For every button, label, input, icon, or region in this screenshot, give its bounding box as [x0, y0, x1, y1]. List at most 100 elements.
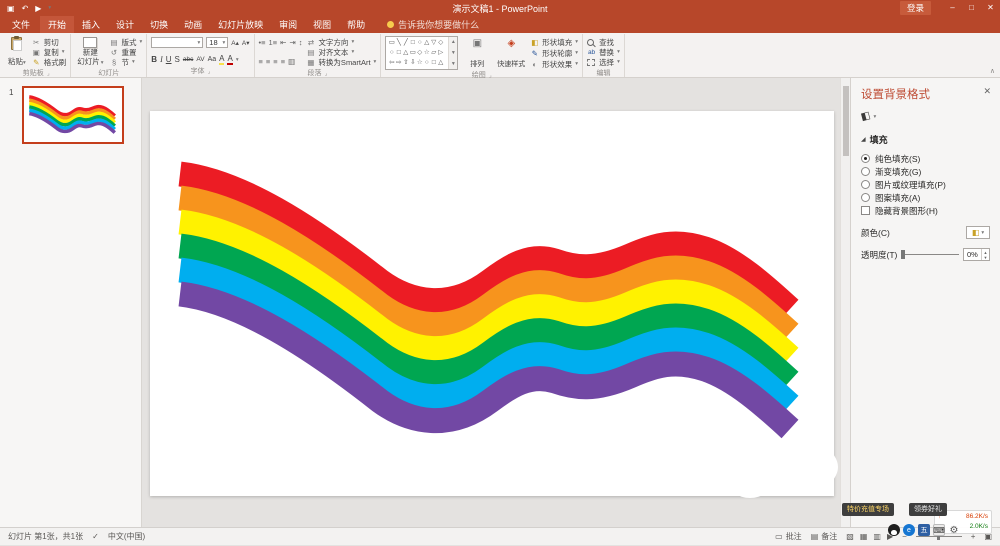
shape-icon[interactable]: ○ [423, 58, 430, 68]
vertical-scrollbar[interactable] [840, 78, 850, 527]
tab-help[interactable]: 帮助 [339, 16, 373, 33]
maximize-button[interactable]: □ [962, 0, 981, 16]
arrange-button[interactable]: ▣ 排列 [462, 36, 492, 70]
minimize-button[interactable]: – [943, 0, 962, 16]
reset-button[interactable]: ↺重置 [110, 47, 143, 57]
shape-icon[interactable]: ⇧ [402, 58, 409, 68]
bold-button[interactable]: B [151, 55, 157, 64]
tab-home[interactable]: 开始 [40, 16, 74, 33]
settings-gear-icon[interactable]: ⚙ [948, 524, 960, 536]
shape-icon[interactable]: ☆ [416, 58, 423, 68]
hide-background-option[interactable]: 隐藏背景图形(H) [861, 204, 990, 217]
decrease-indent-button[interactable]: ⇤ [280, 38, 286, 47]
tell-me-box[interactable]: 告诉我你想要做什么 [387, 16, 479, 33]
shape-icon[interactable]: △ [423, 38, 430, 48]
language-indicator[interactable]: 中文(中国) [108, 531, 145, 542]
slide-thumbnail-selected[interactable] [22, 86, 124, 144]
section-button[interactable]: §节▾ [110, 57, 143, 67]
replace-button[interactable]: ab替换▾ [587, 47, 620, 57]
notes-button[interactable]: ▤备注 [811, 531, 838, 542]
text-shadow-button[interactable]: S [175, 55, 180, 64]
shape-icon[interactable]: △ [402, 48, 409, 58]
solid-fill-option[interactable]: 纯色填充(S) [861, 152, 990, 165]
spellcheck-icon[interactable]: ✓ [92, 532, 99, 541]
pattern-fill-option[interactable]: 图案填充(A) [861, 191, 990, 204]
underline-button[interactable]: U [166, 55, 172, 64]
cloud-callout-shape[interactable] [742, 438, 838, 496]
shape-icon[interactable]: ▽ [430, 38, 437, 48]
paste-button[interactable]: 粘贴▾ [6, 36, 28, 68]
tab-insert[interactable]: 插入 [74, 16, 108, 33]
italic-button[interactable]: I [160, 55, 163, 64]
gradient-fill-option[interactable]: 渐变填充(G) [861, 165, 990, 178]
slide-indicator[interactable]: 幻灯片 第1张，共1张 [8, 531, 83, 542]
scrollbar-thumb[interactable] [843, 86, 849, 156]
shape-icon[interactable]: □ [395, 48, 402, 58]
collapse-ribbon-icon[interactable]: ∧ [990, 67, 995, 75]
align-text-button[interactable]: ▤对齐文本▾ [306, 47, 376, 57]
spinner-arrows[interactable]: ▲▼ [981, 249, 989, 260]
character-spacing-button[interactable]: AV [196, 56, 204, 63]
shape-icon[interactable]: ◇ [437, 38, 444, 48]
align-right-button[interactable]: ≡ [273, 57, 277, 66]
tab-transitions[interactable]: 切换 [142, 16, 176, 33]
dialog-launcher-icon[interactable]: ⌟ [325, 70, 328, 77]
tab-view[interactable]: 视图 [305, 16, 339, 33]
view-reading-icon[interactable]: ▥ [873, 532, 881, 541]
shrink-font-button[interactable]: A▾ [242, 39, 250, 47]
color-dropdown-button[interactable]: ◧ ▾ [966, 226, 990, 239]
convert-smartart-button[interactable]: ▦转换为SmartArt▾ [306, 57, 376, 67]
fill-bucket-icon[interactable]: ◧ [860, 110, 872, 123]
tab-animations[interactable]: 动画 [176, 16, 210, 33]
shape-icon[interactable]: ○ [388, 48, 395, 58]
format-painter-button[interactable]: ✎格式刷 [32, 57, 67, 67]
shape-icon[interactable]: ⇨ [395, 58, 402, 68]
cut-button[interactable]: ✂剪切 [32, 37, 67, 47]
font-color-button[interactable]: A [227, 54, 232, 65]
customize-qat-icon[interactable]: ▾ [48, 5, 51, 11]
comments-button[interactable]: ▭批注 [775, 531, 802, 542]
scroll-down-icon[interactable]: ▼ [451, 50, 456, 56]
shape-icon[interactable]: ▱ [430, 48, 437, 58]
shape-fill-button[interactable]: ◧形状填充▾ [530, 37, 578, 47]
shape-icon[interactable]: ☆ [423, 48, 430, 58]
numbering-button[interactable]: 1≡ [269, 38, 278, 47]
view-normal-icon[interactable]: ▧ [846, 532, 854, 541]
overlay-ad-badge[interactable]: 特价充值专场 [842, 503, 894, 516]
tab-review[interactable]: 审阅 [271, 16, 305, 33]
shape-outline-button[interactable]: ✎形状轮廓▾ [530, 48, 578, 58]
keyboard-icon[interactable]: ⌨ [933, 524, 945, 536]
change-case-button[interactable]: Aa [208, 56, 217, 63]
shape-icon[interactable]: ╲ [395, 38, 402, 48]
dialog-launcher-icon[interactable]: ⌟ [208, 68, 211, 75]
layout-button[interactable]: ▤版式▾ [110, 37, 143, 47]
start-slideshow-icon[interactable]: ▶ [35, 4, 41, 13]
line-spacing-button[interactable]: ↕ [299, 38, 303, 47]
shape-icon[interactable]: ○ [416, 38, 423, 48]
shape-icon[interactable]: ▷ [437, 48, 444, 58]
increase-indent-button[interactable]: ⇥ [289, 38, 295, 47]
align-center-button[interactable]: ≡ [266, 57, 270, 66]
new-slide-button[interactable]: 新建幻灯片▾ [75, 36, 105, 68]
tab-file[interactable]: 文件 [2, 16, 40, 33]
find-button[interactable]: 查找 [587, 37, 620, 47]
overlay-ad-badge[interactable]: 领券好礼 [909, 503, 947, 516]
login-button[interactable]: 登录 [900, 1, 931, 15]
close-pane-icon[interactable]: ✕ [983, 86, 991, 97]
shape-effects-button[interactable]: ◐形状效果▾ [530, 59, 578, 69]
grow-font-button[interactable]: A▴ [231, 39, 239, 47]
shape-icon[interactable]: △ [437, 58, 444, 68]
ime-wubi-icon[interactable]: 五 [918, 524, 930, 536]
picture-fill-option[interactable]: 图片或纹理填充(P) [861, 178, 990, 191]
qq-icon[interactable] [888, 524, 900, 536]
tab-slideshow[interactable]: 幻灯片放映 [210, 16, 271, 33]
font-name-combo[interactable]: ▾ [151, 37, 203, 48]
shape-icon[interactable]: ⇩ [409, 58, 416, 68]
slider-thumb[interactable] [901, 250, 905, 259]
close-button[interactable]: ✕ [981, 0, 1000, 16]
text-direction-button[interactable]: ⇄文字方向▾ [306, 37, 376, 47]
shape-icon[interactable]: ▭ [409, 48, 416, 58]
undo-icon[interactable]: ↶ [22, 4, 29, 13]
view-sorter-icon[interactable]: ▦ [860, 532, 868, 541]
select-button[interactable]: 选择▾ [587, 57, 620, 67]
